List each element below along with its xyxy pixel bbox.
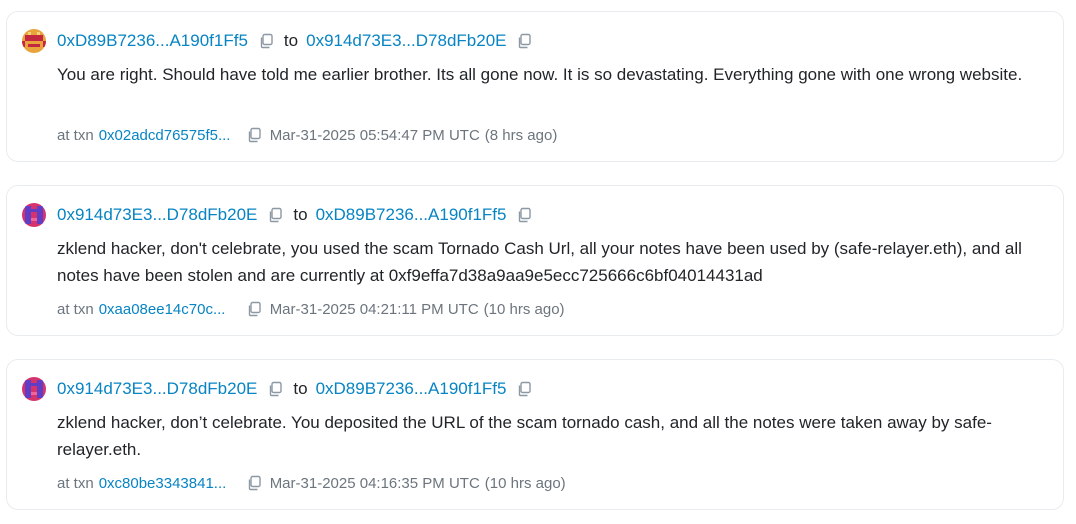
relative-age: (8 hrs ago)	[484, 126, 558, 144]
copy-icon[interactable]	[267, 207, 283, 223]
txn-prefix-label: at txn	[57, 300, 94, 318]
comment-message: You are right. Should have told me earli…	[57, 65, 1023, 84]
comment-card: 0x914d73E3...D78dFb20E to 0xD89B7236...A…	[6, 359, 1064, 510]
relative-age: (10 hrs ago)	[483, 300, 565, 318]
comment-header: 0x914d73E3...D78dFb20E to 0xD89B7236...A…	[22, 377, 542, 401]
to-label: to	[293, 205, 308, 224]
txn-hash-link[interactable]: 0xaa08ee14c70c...	[99, 301, 234, 318]
comment-message: zklend hacker, don't celebrate, you used…	[57, 239, 1022, 285]
avatar-blockie-icon	[22, 377, 46, 401]
from-address-link[interactable]: 0x914d73E3...D78dFb20E	[57, 205, 257, 225]
comment-meta: at txn 0x02adcd76575f5... Mar-31-2025 05…	[57, 125, 557, 145]
txn-hash-link[interactable]: 0x02adcd76575f5...	[99, 127, 234, 144]
from-address-link[interactable]: 0x914d73E3...D78dFb20E	[57, 379, 257, 399]
timestamp: Mar-31-2025 05:54:47 PM UTC	[269, 126, 480, 144]
timestamp: Mar-31-2025 04:16:35 PM UTC	[269, 474, 480, 492]
copy-icon[interactable]	[246, 475, 262, 491]
comment-card: 0xD89B7236...A190f1Ff5 to 0x914d73E3...D…	[6, 11, 1064, 162]
copy-icon[interactable]	[246, 127, 262, 143]
to-label: to	[293, 379, 308, 398]
copy-icon[interactable]	[516, 381, 532, 397]
copy-icon[interactable]	[267, 381, 283, 397]
comment-header: 0xD89B7236...A190f1Ff5 to 0x914d73E3...D…	[22, 29, 542, 53]
avatar-blockie-icon	[22, 29, 46, 53]
to-address-link[interactable]: 0x914d73E3...D78dFb20E	[306, 31, 506, 51]
txn-prefix-label: at txn	[57, 474, 94, 492]
to-label: to	[283, 31, 299, 50]
comment-card: 0x914d73E3...D78dFb20E to 0xD89B7236...A…	[6, 185, 1064, 336]
copy-icon[interactable]	[516, 33, 532, 49]
copy-icon[interactable]	[516, 207, 532, 223]
comment-feed: 0xD89B7236...A190f1Ff5 to 0x914d73E3...D…	[0, 0, 1076, 524]
txn-prefix-label: at txn	[57, 126, 94, 144]
relative-age: (10 hrs ago)	[484, 474, 566, 492]
timestamp: Mar-31-2025 04:21:11 PM UTC	[269, 300, 479, 318]
copy-icon[interactable]	[246, 301, 262, 317]
txn-hash-link[interactable]: 0xc80be3343841...	[99, 475, 234, 492]
comment-message: zklend hacker, don’t celebrate. You depo…	[57, 413, 992, 459]
comment-header: 0x914d73E3...D78dFb20E to 0xD89B7236...A…	[22, 203, 542, 227]
comment-meta: at txn 0xaa08ee14c70c... Mar-31-2025 04:…	[57, 299, 565, 319]
to-address-link[interactable]: 0xD89B7236...A190f1Ff5	[316, 205, 507, 225]
comment-meta: at txn 0xc80be3343841... Mar-31-2025 04:…	[57, 473, 566, 493]
to-address-link[interactable]: 0xD89B7236...A190f1Ff5	[316, 379, 507, 399]
copy-icon[interactable]	[258, 33, 274, 49]
avatar-blockie-icon	[22, 203, 46, 227]
from-address-link[interactable]: 0xD89B7236...A190f1Ff5	[57, 31, 248, 51]
